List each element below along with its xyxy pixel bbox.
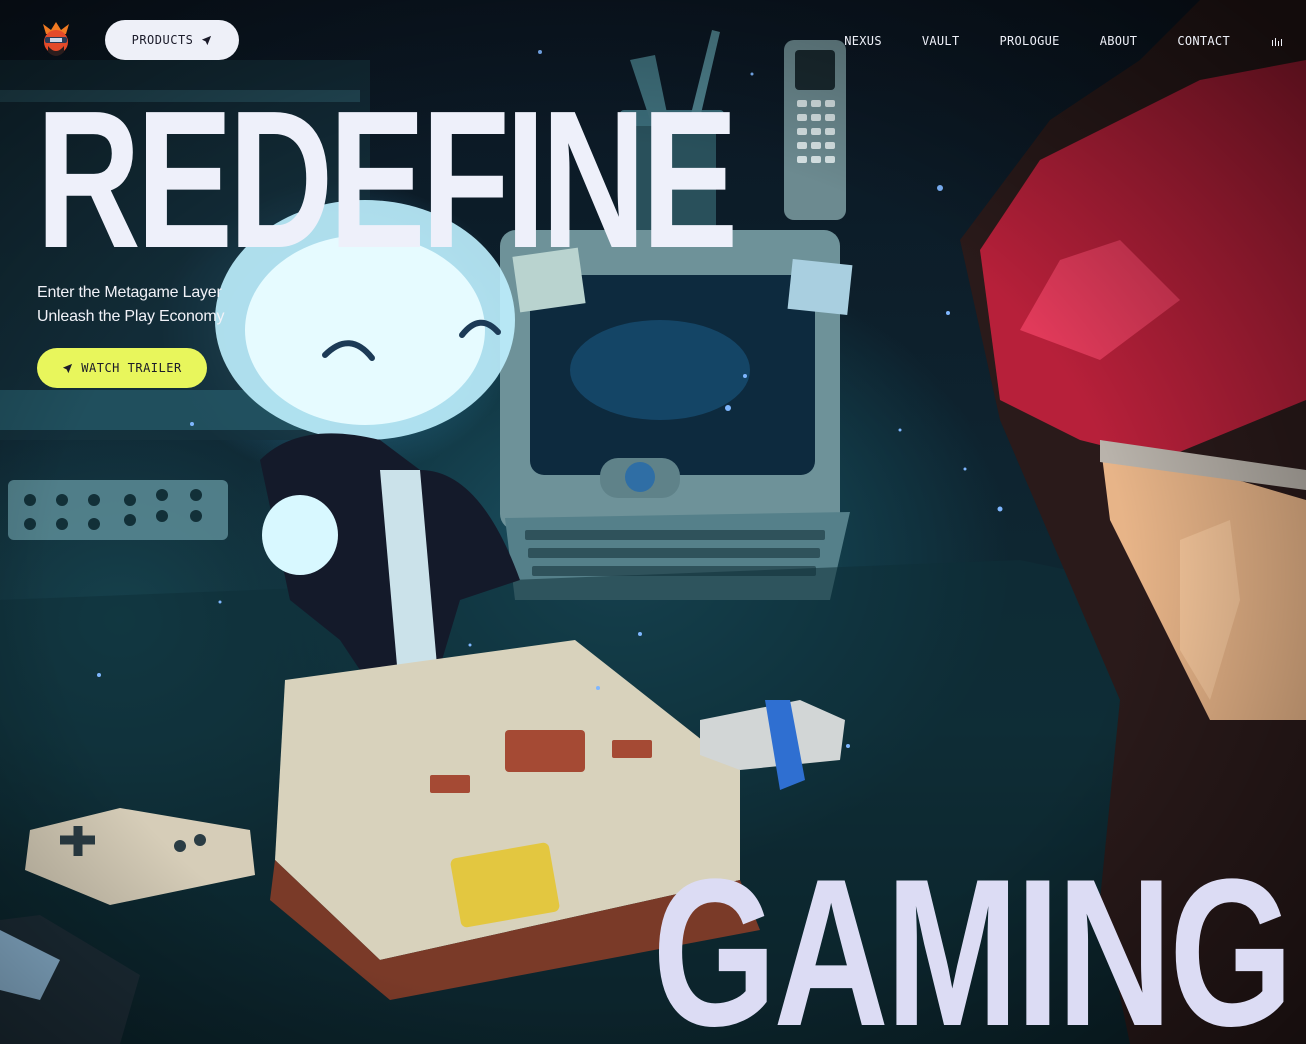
- audio-bars-icon[interactable]: [1272, 36, 1282, 46]
- nav-link-vault[interactable]: VAULT: [922, 33, 960, 49]
- send-arrow-icon: [63, 363, 73, 373]
- hero-subtitle-line-2: Unleash the Play Economy: [37, 308, 225, 325]
- brand-logo[interactable]: [40, 22, 72, 60]
- products-button-label: PRODUCTS: [131, 33, 194, 47]
- send-arrow-icon: [202, 35, 212, 45]
- watch-trailer-button[interactable]: WATCH TRAILER: [37, 348, 207, 388]
- nav-link-about[interactable]: ABOUT: [1100, 33, 1138, 49]
- nav-link-nexus[interactable]: NEXUS: [844, 33, 882, 49]
- hero-headline: REDEFINE: [36, 70, 738, 289]
- ninja-avatar-logo-icon: [43, 22, 69, 56]
- hero-subtitle: Enter the Metagame Layer Unleash the Pla…: [37, 281, 225, 329]
- main-nav: NEXUS VAULT PROLOGUE ABOUT CONTACT: [804, 33, 1282, 49]
- hero-bottom-word: GAMING: [652, 835, 1293, 1044]
- hero-section: PRODUCTS NEXUS VAULT PROLOGUE ABOUT CONT…: [0, 0, 1306, 1044]
- nav-link-prologue[interactable]: PROLOGUE: [999, 33, 1059, 49]
- nav-link-contact[interactable]: CONTACT: [1177, 33, 1230, 49]
- watch-trailer-label: WATCH TRAILER: [81, 361, 182, 375]
- products-button[interactable]: PRODUCTS: [105, 20, 239, 60]
- hero-subtitle-line-1: Enter the Metagame Layer: [37, 284, 222, 301]
